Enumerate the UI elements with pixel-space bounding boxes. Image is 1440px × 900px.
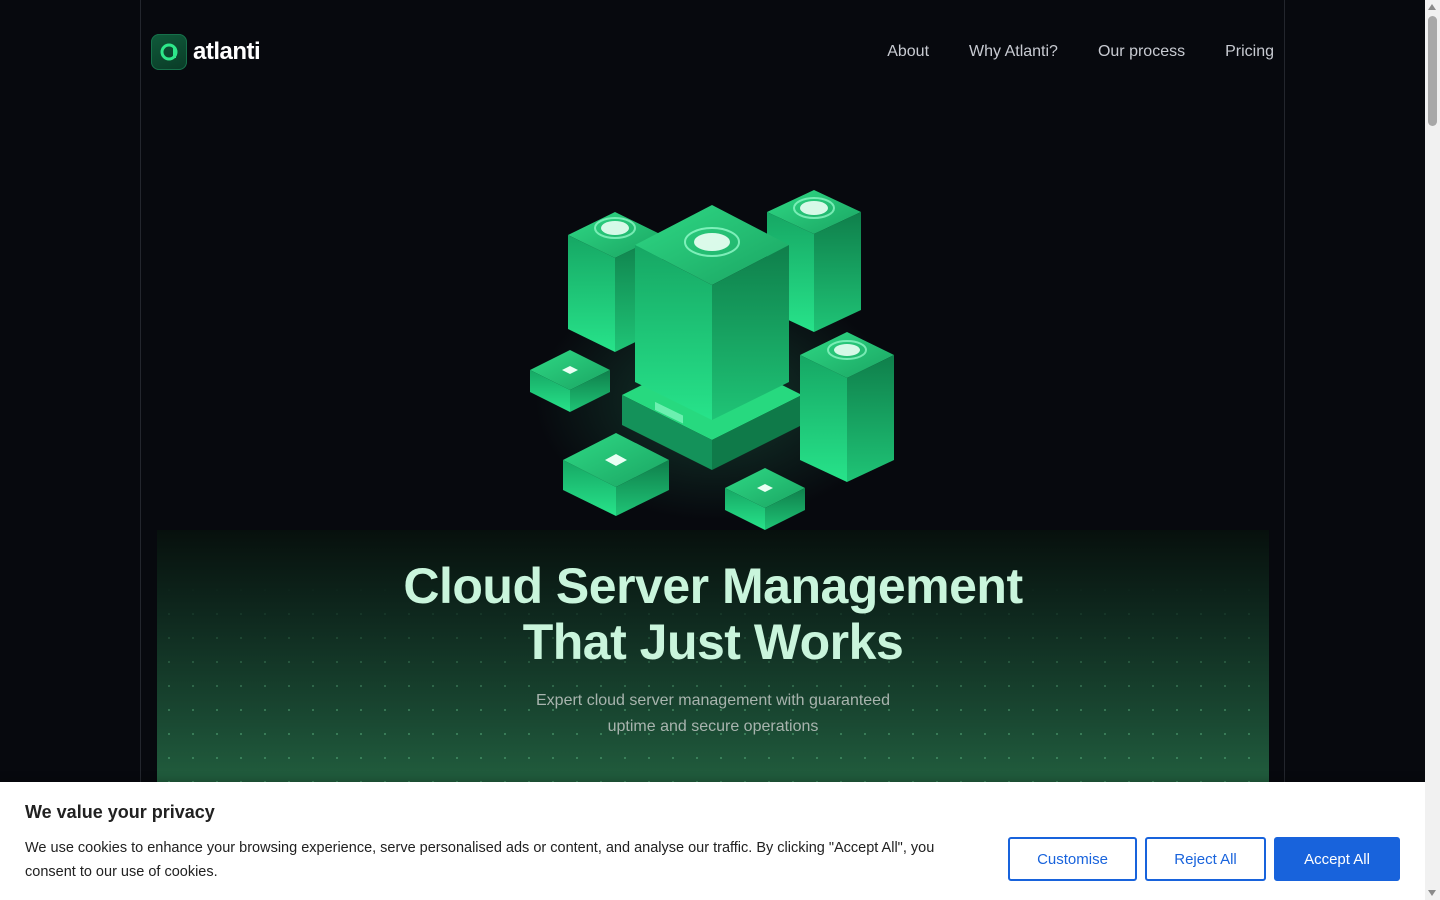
hero-title: Cloud Server Management That Just Works	[157, 558, 1269, 670]
hero-subtitle-line2: uptime and secure operations	[607, 718, 819, 735]
nav-pricing[interactable]: Pricing	[1225, 43, 1274, 61]
nav-our-process[interactable]: Our process	[1098, 43, 1185, 61]
hero-title-line1: Cloud Server Management	[403, 558, 1023, 614]
scroll-up-icon[interactable]	[1428, 4, 1436, 10]
nav-why-atlanti[interactable]: Why Atlanti?	[969, 43, 1058, 61]
scroll-thumb[interactable]	[1428, 16, 1437, 126]
site-header: atlanti About Why Atlanti? Our process P…	[151, 32, 1274, 72]
hero-title-line2: That Just Works	[522, 614, 904, 670]
cookie-text: We use cookies to enhance your browsing …	[25, 840, 935, 880]
main-nav: About Why Atlanti? Our process Pricing	[887, 43, 1274, 61]
customise-button[interactable]: Customise	[1008, 837, 1137, 881]
cookie-banner: We value your privacy We use cookies to …	[0, 782, 1425, 900]
server-cluster-illustration	[520, 170, 910, 540]
page-scrollbar[interactable]	[1425, 0, 1440, 900]
nav-about[interactable]: About	[887, 43, 929, 61]
brand-logo[interactable]: atlanti	[151, 34, 261, 70]
cookie-title: We value your privacy	[25, 802, 215, 822]
accept-all-button[interactable]: Accept All	[1274, 837, 1400, 881]
hero-subtitle: Expert cloud server management with guar…	[157, 688, 1269, 740]
hero-section: Cloud Server Management That Just Works …	[157, 530, 1269, 790]
reject-all-button[interactable]: Reject All	[1145, 837, 1266, 881]
atlanti-logo-icon	[151, 34, 187, 70]
scroll-down-icon[interactable]	[1428, 890, 1436, 896]
brand-name: atlanti	[193, 38, 261, 65]
hero-subtitle-line1: Expert cloud server management with guar…	[536, 692, 890, 709]
